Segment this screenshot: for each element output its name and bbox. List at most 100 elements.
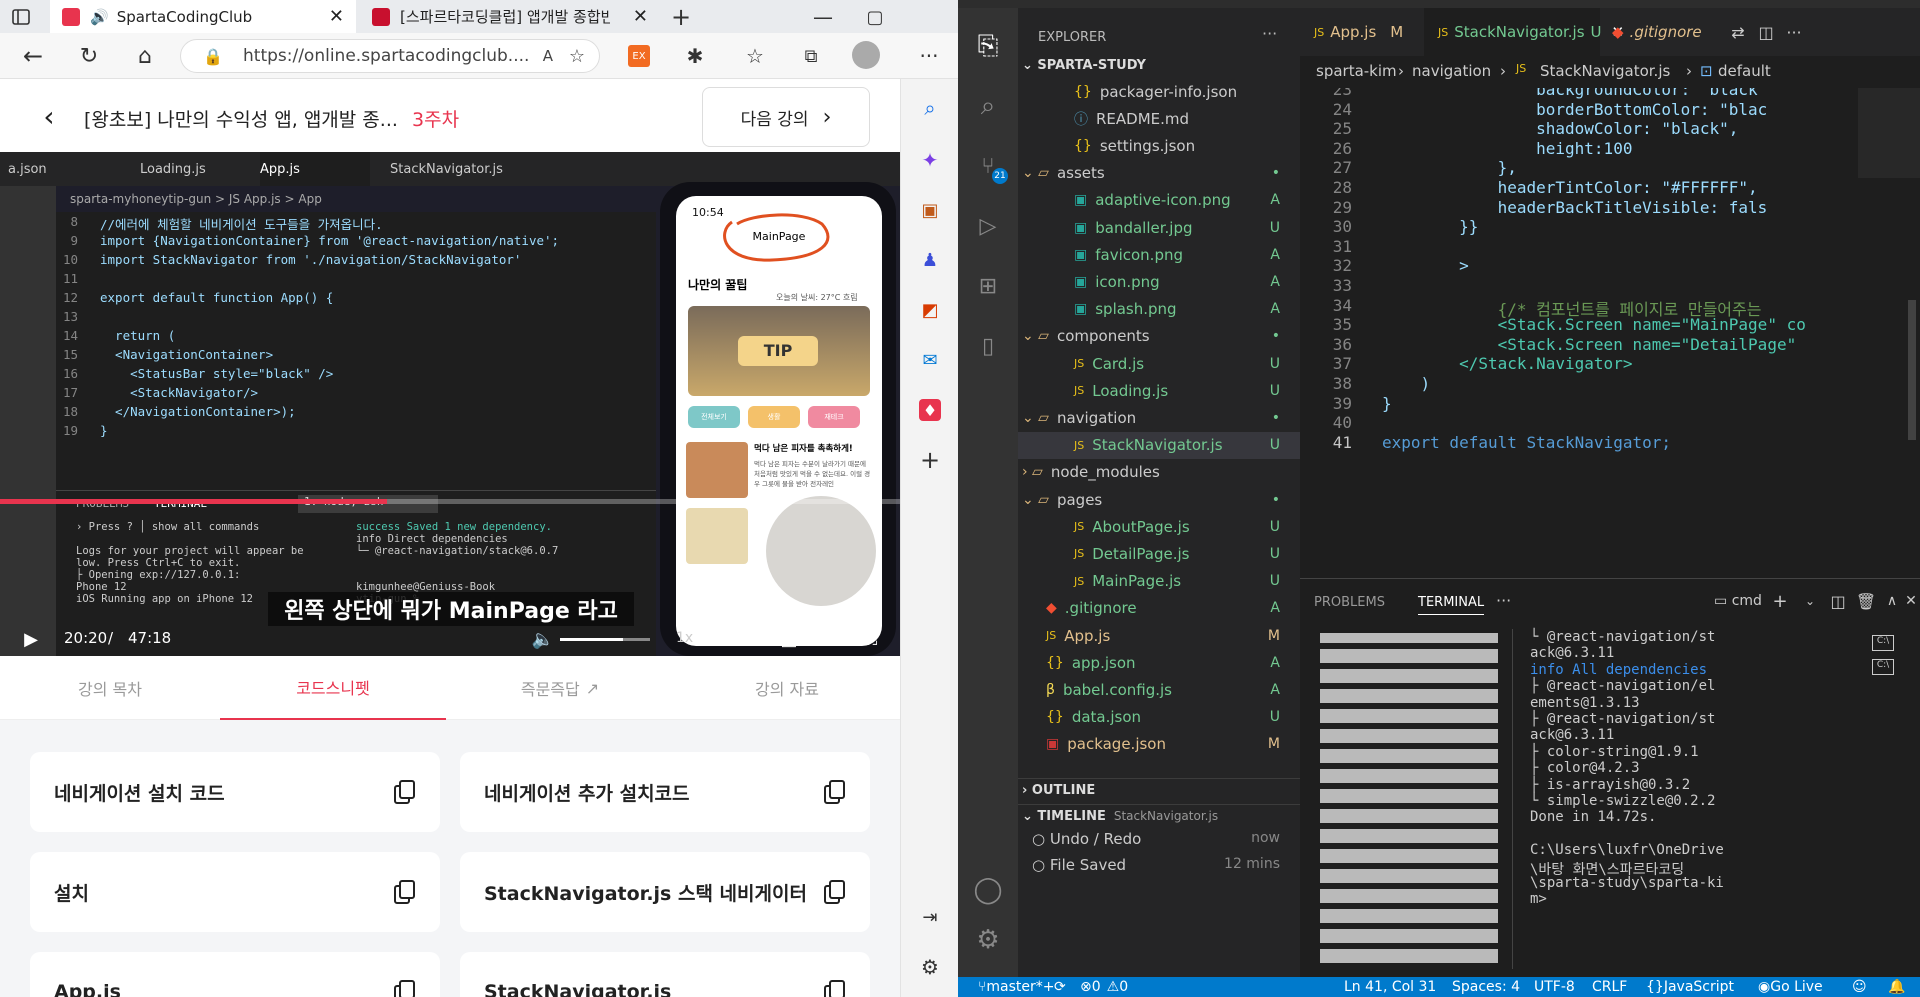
tree-folder[interactable]: ⌄ ▱ navigation • [1018, 404, 1300, 431]
outline-section[interactable]: › OUTLINE [1018, 778, 1300, 802]
favorite-star-icon[interactable]: ☆ [569, 46, 585, 67]
close-tab-icon[interactable]: ✕ [329, 6, 344, 27]
copy-icon[interactable] [394, 880, 416, 904]
tab-toc[interactable]: 강의 목차 [0, 656, 220, 720]
tree-file[interactable]: JS Loading.js U [1018, 377, 1300, 404]
snippet-card[interactable]: App.js [30, 952, 440, 997]
snippet-card[interactable]: 설치 [30, 852, 440, 932]
copy-icon[interactable] [824, 880, 846, 904]
remote-explorer-icon[interactable]: ▯ [972, 330, 1004, 362]
tree-file[interactable]: ▣ package.json M [1018, 731, 1300, 758]
compare-changes-icon[interactable]: ⇄ [1728, 22, 1748, 42]
tree-file[interactable]: β babel.config.js A [1018, 676, 1300, 703]
shopping-icon[interactable]: ▣ [919, 199, 941, 221]
maximize-panel-icon[interactable]: ∧ [1882, 591, 1902, 611]
quality-label[interactable]: Auto [720, 630, 755, 648]
home-icon[interactable]: ⌂ [132, 43, 158, 69]
subtitles-icon[interactable]: ▤ [778, 628, 800, 650]
tree-file[interactable]: ▣ bandaller.jpg U [1018, 214, 1300, 241]
more-actions-icon[interactable]: ··· [1784, 22, 1804, 42]
tree-file[interactable]: JS Card.js U [1018, 350, 1300, 377]
tree-file[interactable]: JS MainPage.js U [1018, 568, 1300, 595]
tree-file[interactable]: ▣ adaptive-icon.png A [1018, 187, 1300, 214]
copy-icon[interactable] [824, 780, 846, 804]
editor-tab-active[interactable]: JS StackNavigator.js U ✕ [1424, 8, 1624, 56]
tree-file[interactable]: JS DetailPage.js U [1018, 540, 1300, 567]
tab-code-snippets[interactable]: 코드스니펫 [220, 656, 446, 720]
tree-file[interactable]: {} settings.json [1018, 132, 1300, 159]
explorer-more-icon[interactable]: ··· [1262, 24, 1277, 43]
favorites-icon[interactable]: ☆ [742, 43, 768, 69]
tree-file[interactable]: JS AboutPage.js U [1018, 513, 1300, 540]
terminal-instance-icon[interactable]: C:\ [1872, 635, 1894, 651]
minimize-icon[interactable]: — [810, 4, 836, 30]
snippet-card[interactable]: StackNavigator.js [460, 952, 870, 997]
encoding[interactable]: UTF-8 [1534, 977, 1575, 997]
read-aloud-icon[interactable]: A [543, 47, 553, 65]
snippet-card[interactable]: 네비게이션 설치 코드 [30, 752, 440, 832]
tree-file[interactable]: ▣ icon.png A [1018, 268, 1300, 295]
tree-folder[interactable]: ⌄ ▱ pages • [1018, 486, 1300, 513]
editor-scrollbar[interactable] [1908, 300, 1916, 440]
search-icon[interactable]: ⌕ [919, 96, 941, 120]
feedback-icon[interactable]: ☺ [1852, 977, 1867, 997]
search-icon[interactable]: ⌕ [972, 90, 1004, 122]
copy-icon[interactable] [394, 780, 416, 804]
code-editor[interactable]: 23 backgroundColor: "black" 24 borderBott… [1300, 88, 1920, 578]
minimap[interactable] [1858, 88, 1920, 178]
timeline-section[interactable]: ⌄ TIMELINE StackNavigator.js [1018, 804, 1300, 828]
more-menu-icon[interactable]: ··· [916, 43, 942, 69]
back-icon[interactable]: ← [20, 42, 46, 70]
next-lecture-button[interactable]: 다음 강의 › [702, 87, 870, 147]
back-chevron-icon[interactable]: ‹ [36, 100, 62, 133]
profile-avatar[interactable] [852, 41, 880, 69]
extensions-icon[interactable]: ⊞ [972, 270, 1004, 302]
extensions-puzzle-icon[interactable]: ✱ [682, 43, 708, 69]
trash-icon[interactable]: 🗑 [1856, 591, 1876, 611]
extension-ex-icon[interactable]: EX [628, 45, 650, 67]
url-input[interactable]: 🔒 https://online.spartacodingclub.... A … [180, 39, 600, 73]
terminal-instance-icon[interactable]: C:\ [1872, 659, 1894, 675]
panel-tab-problems[interactable]: PROBLEMS [1314, 595, 1385, 610]
volume-icon[interactable]: 🔈 [532, 628, 554, 650]
browser-tab[interactable]: [스파르타코딩클럽] 앱개발 종합반 ✕ [360, 0, 660, 33]
sync-icon[interactable]: ⟳ [1054, 977, 1066, 997]
chevron-down-icon[interactable]: ⌄ [1800, 591, 1820, 611]
copy-icon[interactable] [394, 980, 416, 997]
close-panel-icon[interactable]: ✕ [1904, 591, 1918, 611]
panel-more-icon[interactable]: ··· [1496, 591, 1511, 610]
snippet-card[interactable]: StackNavigator.js 스택 네비게이터 [460, 852, 870, 932]
indentation[interactable]: Spaces: 4 [1452, 977, 1520, 997]
refresh-icon[interactable]: ↻ [76, 43, 102, 69]
tree-file[interactable]: {} packager-info.json [1018, 78, 1300, 105]
tree-file[interactable]: ▣ splash.png A [1018, 296, 1300, 323]
tab-qna[interactable]: 즉문즉답 ↗ [446, 656, 674, 720]
breadcrumb-item[interactable]: navigation [1412, 62, 1491, 80]
tree-file[interactable]: ◆ .gitignore A [1018, 595, 1300, 622]
add-sidebar-app-icon[interactable]: + [919, 446, 941, 474]
accounts-icon[interactable]: ◯ [972, 874, 1004, 906]
tree-file[interactable]: ⓘ README.md [1018, 105, 1300, 132]
branch-status[interactable]: ⑂ master*+ [978, 977, 1055, 997]
settings-gear-icon[interactable]: ⚙ [919, 955, 941, 979]
breadcrumb-item[interactable]: sparta-kim [1316, 62, 1397, 80]
split-editor-icon[interactable]: ◫ [1756, 22, 1776, 42]
volume-slider[interactable] [560, 638, 650, 641]
outlook-icon[interactable]: ✉ [919, 349, 941, 371]
tree-file[interactable]: {} app.json A [1018, 649, 1300, 676]
split-terminal-icon[interactable]: ◫ [1828, 591, 1848, 611]
discover-sparkle-icon[interactable]: ✦ [919, 148, 941, 172]
tree-file[interactable]: JS App.js M [1018, 622, 1300, 649]
collections-icon[interactable]: ⧉ [798, 43, 824, 69]
language-mode[interactable]: {} JavaScript [1646, 977, 1734, 997]
problems-status[interactable]: ⊗ 0 ⚠ 0 [1080, 977, 1128, 997]
pip-icon[interactable]: ▭ [820, 628, 842, 650]
panel-tab-terminal[interactable]: TERMINAL [1418, 595, 1485, 615]
breadcrumb-item[interactable]: StackNavigator.js [1540, 62, 1670, 80]
editor-tab[interactable]: ◆ .gitignore [1602, 8, 1702, 56]
timeline-entry[interactable]: ○ File Saved 12 mins [1018, 856, 1300, 882]
tree-file[interactable]: {} data.json U [1018, 704, 1300, 731]
tree-file[interactable]: ▣ favicon.png A [1018, 241, 1300, 268]
tab-actions-icon[interactable] [10, 6, 32, 28]
new-tab-icon[interactable]: + [668, 3, 694, 31]
